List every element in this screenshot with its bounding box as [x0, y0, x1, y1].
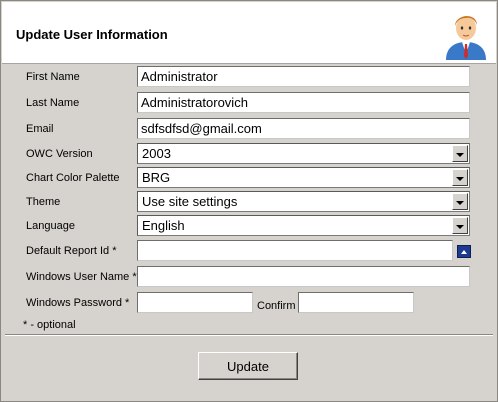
owc-version-label: OWC Version: [26, 148, 93, 160]
default-report-label: Default Report Id *: [26, 245, 117, 257]
default-report-field[interactable]: [137, 240, 453, 261]
chart-palette-label: Chart Color Palette: [26, 172, 120, 184]
confirm-password-field[interactable]: [298, 292, 414, 313]
update-button[interactable]: Update: [198, 352, 298, 380]
language-select[interactable]: English: [137, 215, 470, 236]
last-name-field[interactable]: Administratorovich: [137, 92, 470, 113]
theme-select[interactable]: Use site settings: [137, 191, 470, 212]
chevron-down-icon[interactable]: [452, 217, 468, 234]
chevron-down-icon[interactable]: [452, 169, 468, 186]
owc-version-select[interactable]: 2003: [137, 143, 470, 164]
optional-note: * - optional: [23, 319, 76, 331]
first-name-label: First Name: [26, 71, 80, 83]
email-field[interactable]: sdfsdfsd@gmail.com: [137, 118, 470, 139]
lookup-arrow-icon[interactable]: [457, 245, 471, 258]
chart-palette-value: BRG: [142, 170, 171, 185]
windows-user-field[interactable]: [137, 266, 470, 287]
language-value: English: [142, 218, 185, 233]
last-name-label: Last Name: [26, 97, 80, 109]
dialog-header: Update User Information: [2, 2, 496, 64]
theme-label: Theme: [26, 196, 61, 208]
theme-value: Use site settings: [142, 194, 238, 209]
user-avatar-icon: [446, 16, 486, 60]
windows-password-label: Windows Password *: [26, 297, 130, 309]
dialog-title: Update User Information: [16, 27, 168, 42]
chevron-down-icon[interactable]: [452, 193, 468, 210]
chart-palette-select[interactable]: BRG: [137, 167, 470, 188]
language-label: Language: [26, 220, 75, 232]
windows-password-field[interactable]: [137, 292, 253, 313]
chevron-down-icon[interactable]: [452, 145, 468, 162]
windows-user-label: Windows User Name *: [26, 271, 137, 283]
email-label: Email: [26, 123, 54, 135]
update-user-dialog: Update User Information First Name Admin…: [0, 0, 498, 402]
first-name-field[interactable]: Administrator: [137, 66, 470, 87]
footer-divider: [5, 334, 493, 336]
owc-version-value: 2003: [142, 146, 171, 161]
confirm-label: Confirm: [257, 300, 296, 312]
